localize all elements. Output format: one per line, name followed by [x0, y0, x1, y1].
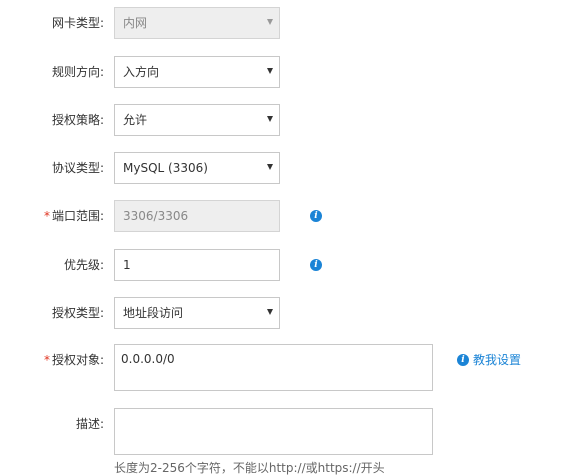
description-textarea[interactable]	[114, 408, 433, 455]
auth-object-label: * 授权对象:	[43, 353, 104, 367]
help-link[interactable]: i 教我设置	[457, 352, 521, 368]
nic-type-label: 网卡类型:	[51, 16, 104, 30]
policy-label: 授权策略:	[51, 113, 104, 127]
chevron-down-icon	[267, 309, 273, 315]
priority-input[interactable]: 1	[114, 249, 280, 281]
chevron-down-icon	[267, 164, 273, 170]
nic-type-select: 内网	[114, 7, 280, 39]
auth-type-value: 地址段访问	[123, 306, 184, 320]
chevron-down-icon	[267, 19, 273, 25]
required-mark: *	[43, 353, 50, 367]
chevron-down-icon	[267, 116, 273, 122]
nic-type-value: 内网	[123, 16, 148, 30]
auth-type-select[interactable]: 地址段访问	[114, 297, 280, 329]
info-icon: i	[457, 353, 469, 366]
auth-object-textarea[interactable]: 0.0.0.0/0	[114, 344, 433, 391]
policy-value: 允许	[123, 113, 148, 127]
description-hint: 长度为2-256个字符，不能以http://或https://开头	[114, 461, 385, 475]
port-range-value: 3306/3306	[123, 209, 189, 223]
auth-object-value: 0.0.0.0/0	[121, 352, 175, 366]
protocol-value: MySQL (3306)	[123, 161, 208, 175]
chevron-down-icon	[267, 68, 273, 74]
priority-value: 1	[123, 258, 131, 272]
direction-select[interactable]: 入方向	[114, 56, 280, 88]
policy-select[interactable]: 允许	[114, 104, 280, 136]
port-range-label: * 端口范围:	[43, 209, 104, 223]
direction-value: 入方向	[123, 65, 160, 79]
priority-label: 优先级:	[63, 258, 104, 272]
description-label: 描述:	[75, 417, 104, 431]
required-mark: *	[43, 209, 50, 223]
auth-type-label: 授权类型:	[51, 306, 104, 320]
port-range-input: 3306/3306	[114, 200, 280, 232]
protocol-select[interactable]: MySQL (3306)	[114, 152, 280, 184]
info-icon[interactable]: i	[310, 210, 322, 222]
protocol-label: 协议类型:	[51, 161, 104, 175]
direction-label: 规则方向:	[51, 65, 104, 79]
info-icon[interactable]: i	[310, 259, 322, 271]
help-link-text: 教我设置	[473, 353, 522, 367]
